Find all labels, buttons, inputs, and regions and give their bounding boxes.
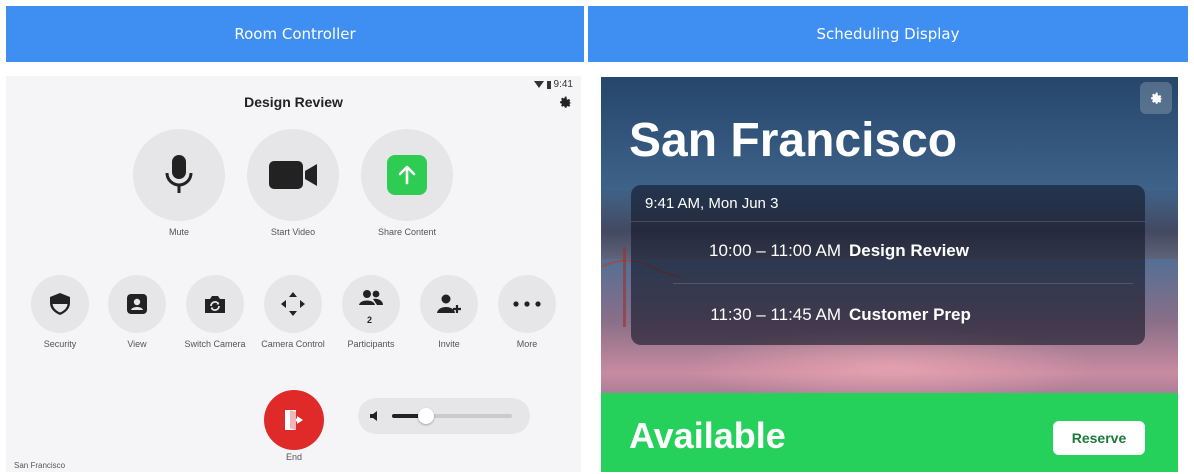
switch-camera-icon [205, 296, 225, 313]
divider [631, 221, 1145, 222]
room-controller-panel: 9:41 Design Review Mute Start Video Shar… [6, 76, 581, 472]
screen: Room Controller Scheduling Display 9:41 … [0, 0, 1194, 474]
volume-slider[interactable] [392, 408, 512, 424]
scheduling-display-header: Scheduling Display [588, 6, 1188, 62]
meeting-title: Customer Prep [849, 305, 971, 324]
microphone-icon [165, 155, 193, 193]
video-camera-icon [269, 161, 317, 189]
meeting-time: 10:00 – 11:00 AM [708, 241, 841, 260]
gear-icon [1151, 92, 1163, 104]
meeting-title: Design Review [244, 94, 343, 110]
start-video-label: Start Video [270, 227, 316, 237]
status-time: 9:41 [553, 79, 573, 90]
mute-label: Mute [168, 227, 189, 237]
scheduling-display-header-label: Scheduling Display [816, 25, 960, 43]
exit-door-icon [285, 410, 303, 430]
invite-label: Invite [438, 339, 460, 349]
battery-icon [546, 80, 551, 89]
current-datetime: 9:41 AM, Mon Jun 3 [645, 195, 779, 212]
volume-slider-thumb[interactable] [417, 408, 434, 424]
switch-camera-label: Switch Camera [184, 339, 246, 349]
status-bar: 9:41 [533, 79, 573, 90]
camera-control-button[interactable] [264, 275, 322, 333]
divider [673, 283, 1133, 284]
view-person-icon [127, 294, 147, 314]
room-location-title: San Francisco [629, 114, 958, 167]
location-label: San Francisco [14, 461, 66, 470]
more-label: More [516, 339, 538, 349]
room-controller-header: Room Controller [6, 6, 584, 62]
reserve-button[interactable]: Reserve [1053, 421, 1145, 455]
share-content-button[interactable] [361, 129, 453, 221]
availability-status: Available [629, 415, 786, 456]
mute-button[interactable] [133, 129, 225, 221]
security-button[interactable] [31, 275, 89, 333]
start-video-button[interactable] [247, 129, 339, 221]
volume-control [358, 398, 530, 434]
availability-bar: Available Reserve [601, 393, 1178, 472]
scheduling-display-panel: San Francisco 9:41 AM, Mon Jun 3 10:00 –… [601, 77, 1178, 472]
wifi-icon [533, 81, 544, 88]
meeting-title: Design Review [849, 241, 969, 260]
switch-camera-button[interactable] [186, 275, 244, 333]
add-person-icon [437, 294, 461, 313]
more-dots-icon [513, 301, 541, 307]
end-label: End [285, 452, 302, 462]
speaker-icon [370, 411, 377, 421]
view-label: View [127, 339, 147, 349]
end-button[interactable] [264, 390, 324, 450]
move-arrows-icon [281, 292, 305, 316]
people-icon [359, 290, 383, 305]
more-button[interactable] [498, 275, 556, 333]
share-arrow-icon [387, 155, 427, 195]
view-button[interactable] [108, 275, 166, 333]
share-content-label: Share Content [377, 227, 437, 237]
invite-button[interactable] [420, 275, 478, 333]
camera-control-label: Camera Control [261, 339, 325, 349]
meeting-time: 11:30 – 11:45 AM [710, 305, 841, 324]
schedule-card: 9:41 AM, Mon Jun 3 10:00 – 11:00 AM Desi… [631, 185, 1145, 345]
room-controller-header-label: Room Controller [234, 25, 356, 43]
gear-icon[interactable] [557, 94, 573, 110]
participants-count: 2 [367, 315, 373, 325]
settings-button[interactable] [1140, 82, 1172, 114]
participants-label: Participants [347, 339, 395, 349]
shield-icon [50, 293, 70, 315]
